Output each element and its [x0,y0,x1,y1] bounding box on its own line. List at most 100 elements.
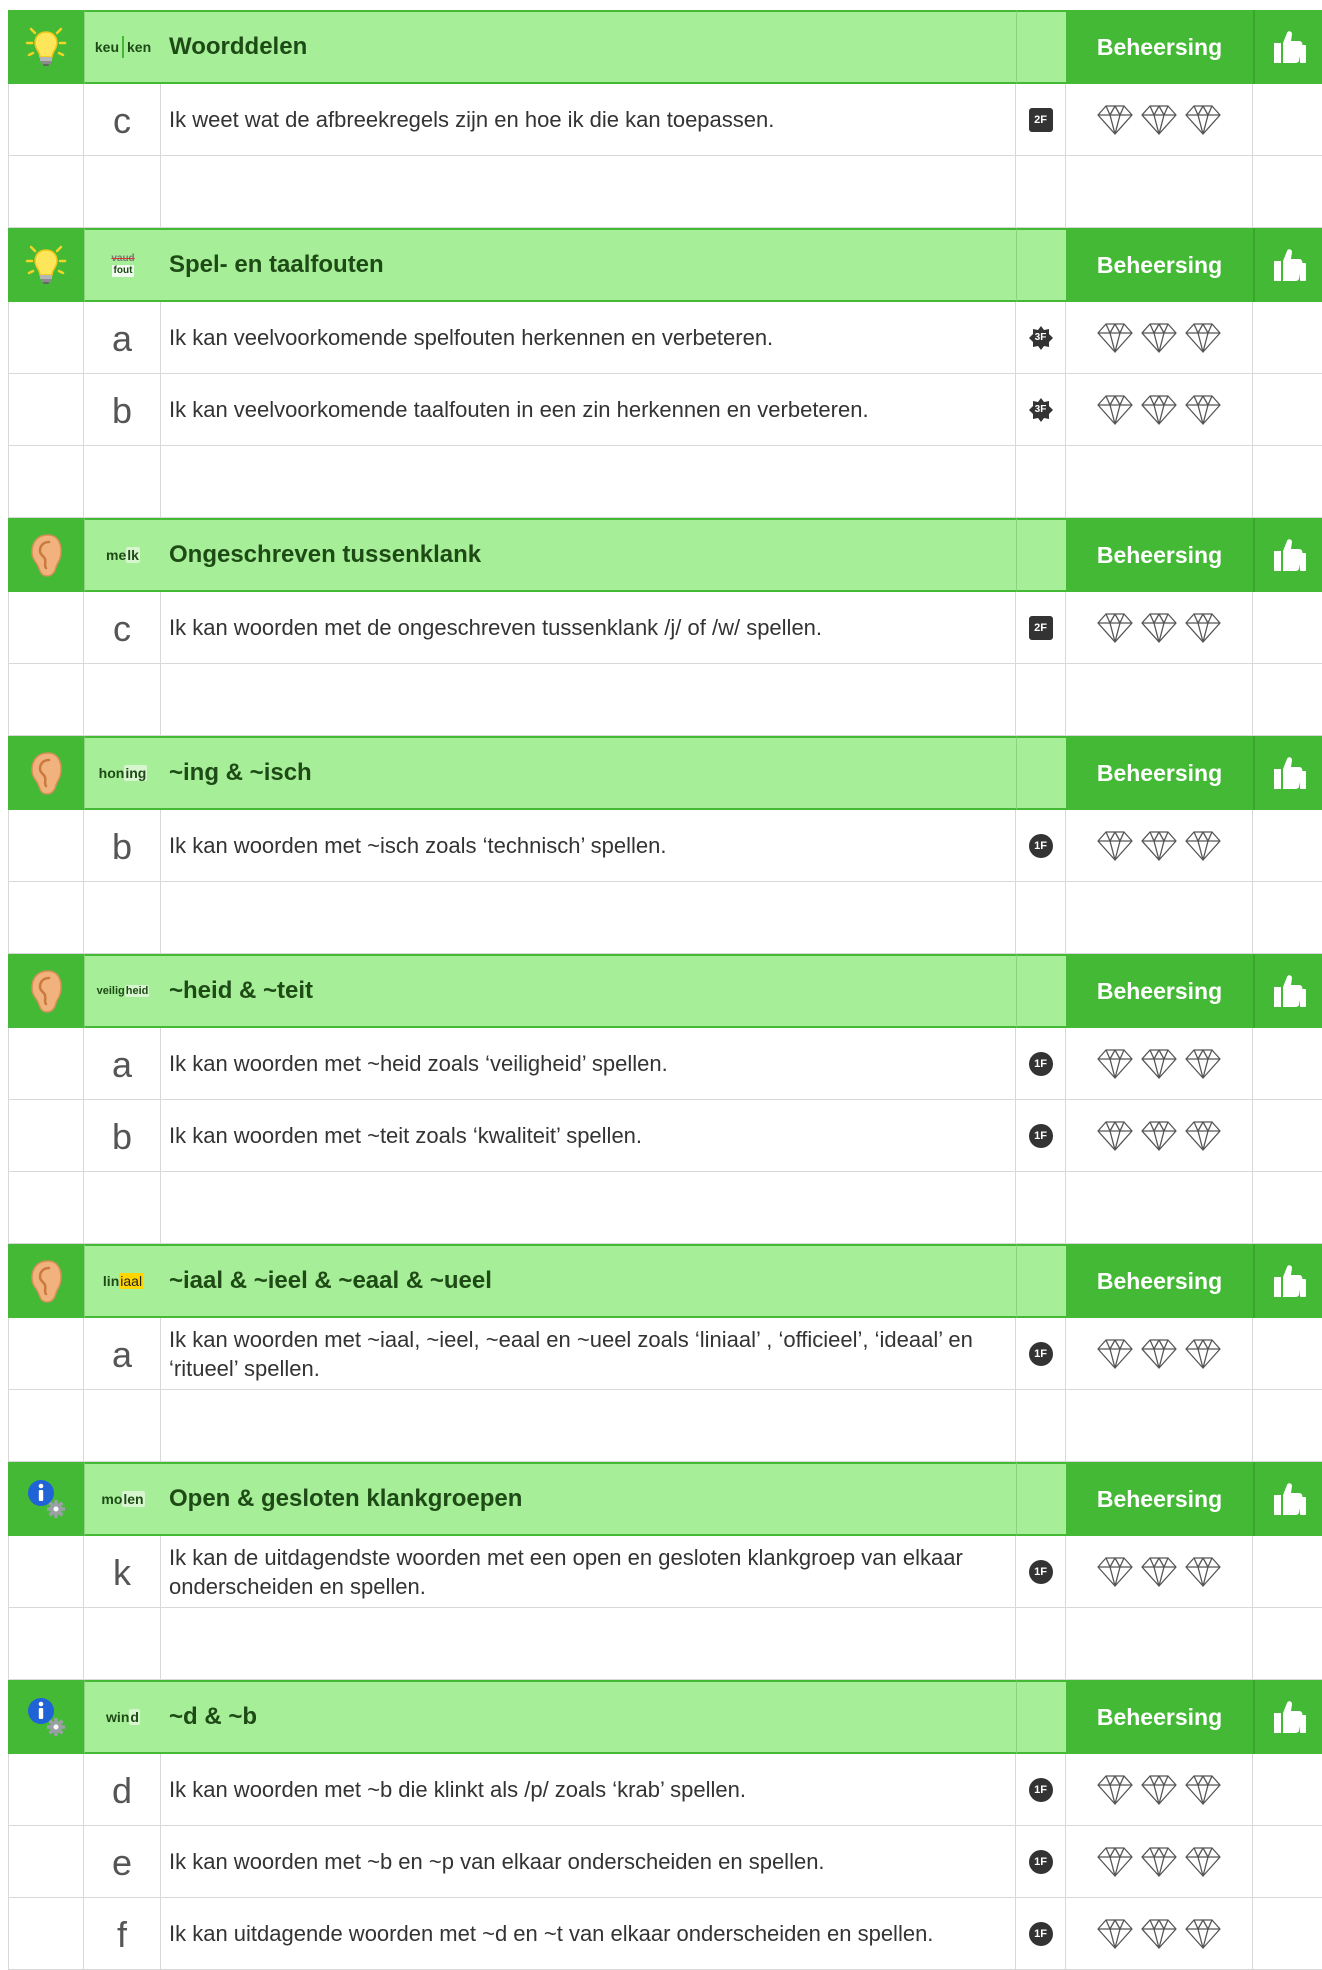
tag-part-b: len [122,1491,145,1507]
goal-letter: a [84,1028,161,1100]
diamond-icon[interactable] [1184,1337,1222,1371]
goal-row: b Ik kan woorden met ~isch zoals ‘technis… [8,810,1322,882]
mastery-rating[interactable] [1066,84,1253,156]
level-badge: 1F [1028,1777,1053,1802]
diamond-icon[interactable] [1096,1119,1134,1153]
diamond-icon[interactable] [1140,1119,1178,1153]
diamond-icon[interactable] [1096,1773,1134,1807]
lightbulb-icon [24,243,68,287]
goal-level-cell: 1F [1016,1898,1066,1970]
approve-cell[interactable] [1253,1898,1322,1970]
goal-text: Ik kan woorden met ~b die klinkt als /p/… [161,1754,1016,1826]
spacer-row [8,882,1322,954]
diamond-icon[interactable] [1184,1047,1222,1081]
diamond-group [1096,321,1222,355]
diamond-icon[interactable] [1096,103,1134,137]
diamond-icon[interactable] [1140,1773,1178,1807]
tag-part-a: me [106,547,127,563]
diamond-icon[interactable] [1184,321,1222,355]
mastery-rating[interactable] [1066,1826,1253,1898]
approve-cell[interactable] [1253,1754,1322,1826]
approve-cell[interactable] [1253,810,1322,882]
section-header: keu ken Woorddelen Beheersing [8,10,1322,84]
diamond-icon[interactable] [1140,103,1178,137]
diamond-icon[interactable] [1184,1119,1222,1153]
mastery-rating[interactable] [1066,1028,1253,1100]
level-badge-text: 3F [1034,332,1047,343]
diamond-icon[interactable] [1140,1555,1178,1589]
diamond-icon[interactable] [1096,393,1134,427]
diamond-icon[interactable] [1140,1047,1178,1081]
spacer-cell [1066,446,1253,518]
diamond-icon[interactable] [1184,1555,1222,1589]
approve-cell[interactable] [1253,1028,1322,1100]
diamond-icon[interactable] [1184,1845,1222,1879]
diamond-icon[interactable] [1140,611,1178,645]
diamond-icon[interactable] [1096,1555,1134,1589]
diamond-icon[interactable] [1096,1337,1134,1371]
approve-cell[interactable] [1253,302,1322,374]
info-gear-icon [22,1693,70,1741]
spacer-row [8,664,1322,736]
approve-cell[interactable] [1253,1536,1322,1608]
section-header: mo len Open & gesloten klankgroepen Beheers… [8,1462,1322,1536]
diamond-icon[interactable] [1096,829,1134,863]
diamond-icon[interactable] [1140,1337,1178,1371]
goal-icon-cell [8,374,84,446]
tag-part-b: iaal [119,1273,144,1289]
section-header: veilig heid ~heid & ~teit Beheersing [8,954,1322,1028]
mastery-rating[interactable] [1066,592,1253,664]
diamond-icon[interactable] [1140,1845,1178,1879]
spacer-cell [161,882,1016,954]
header-level-cell [1016,1462,1066,1536]
header-level-cell [1016,228,1066,302]
spacer-cell [1066,156,1253,228]
goal-level-cell: 1F [1016,1318,1066,1390]
mastery-rating[interactable] [1066,1536,1253,1608]
mastery-rating[interactable] [1066,302,1253,374]
goal-icon-cell [8,302,84,374]
approve-cell[interactable] [1253,374,1322,446]
diamond-icon[interactable] [1096,1047,1134,1081]
mastery-rating[interactable] [1066,374,1253,446]
goal-icon-cell [8,84,84,156]
approve-cell[interactable] [1253,84,1322,156]
tag-separator [122,36,124,58]
mastery-rating[interactable] [1066,1754,1253,1826]
mastery-rating[interactable] [1066,810,1253,882]
spacer-cell [84,1172,161,1244]
spacer-cell [1016,882,1066,954]
diamond-icon[interactable] [1184,829,1222,863]
goal-level-cell: 1F [1016,1826,1066,1898]
level-badge-text: 1F [1034,839,1047,852]
diamond-icon[interactable] [1140,1917,1178,1951]
diamond-icon[interactable] [1140,321,1178,355]
diamond-icon[interactable] [1184,393,1222,427]
diamond-icon[interactable] [1096,611,1134,645]
spacer-cell [1066,882,1253,954]
mastery-rating[interactable] [1066,1318,1253,1390]
diamond-icon[interactable] [1096,1917,1134,1951]
diamond-icon[interactable] [1184,1773,1222,1807]
diamond-icon[interactable] [1140,829,1178,863]
approve-cell[interactable] [1253,1826,1322,1898]
diamond-icon[interactable] [1184,611,1222,645]
approve-cell[interactable] [1253,1318,1322,1390]
header-level-cell [1016,1244,1066,1318]
section-title: Open & gesloten klankgroepen [161,1462,1016,1536]
thumbs-up-icon [1269,755,1309,791]
goal-text: Ik kan de uitdagendste woorden met een o… [161,1536,1016,1608]
diamond-icon[interactable] [1096,321,1134,355]
diamond-icon[interactable] [1096,1845,1134,1879]
mastery-rating[interactable] [1066,1898,1253,1970]
approve-cell[interactable] [1253,1100,1322,1172]
mastery-rating[interactable] [1066,1100,1253,1172]
diamond-icon[interactable] [1184,1917,1222,1951]
goal-icon-cell [8,1898,84,1970]
approve-cell[interactable] [1253,592,1322,664]
goal-row: d Ik kan woorden met ~b die klinkt als /p… [8,1754,1322,1826]
goal-row: a Ik kan veelvoorkomende spelfouten herke… [8,302,1322,374]
diamond-icon[interactable] [1184,103,1222,137]
tag-part-a: lin [102,1273,120,1289]
diamond-icon[interactable] [1140,393,1178,427]
